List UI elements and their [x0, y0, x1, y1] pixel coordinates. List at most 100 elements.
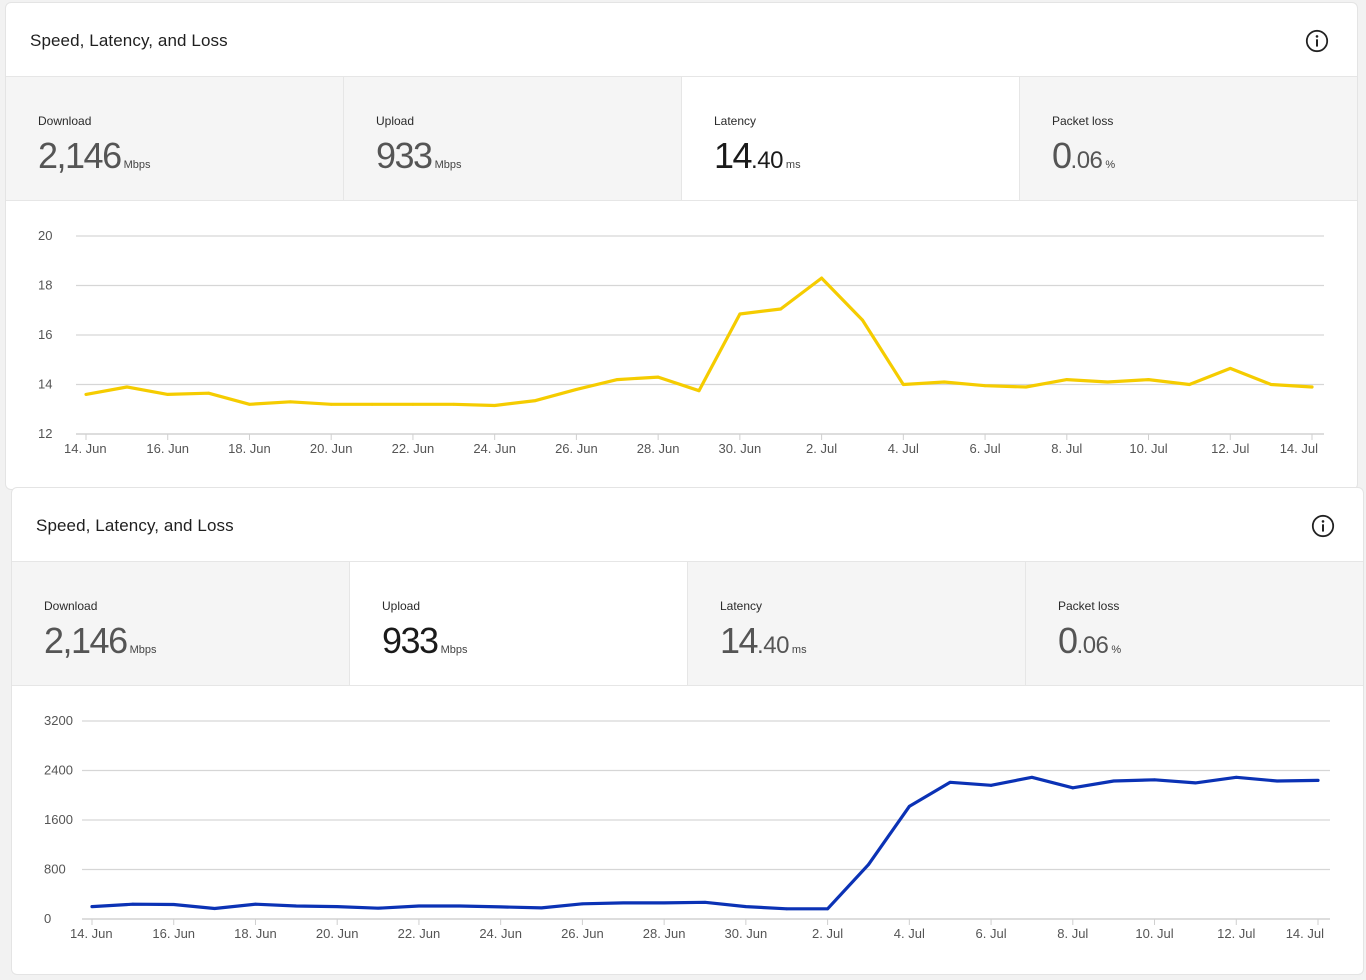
x-tick-label: 2. Jul	[812, 926, 843, 941]
data-point	[581, 902, 584, 906]
data-point	[1234, 775, 1238, 779]
data-point	[820, 276, 823, 280]
data-point	[248, 402, 251, 406]
x-tick-label: 4. Jul	[894, 926, 925, 941]
data-point	[826, 907, 829, 911]
metric-value: 2,146 Mbps	[38, 135, 151, 176]
x-tick-label: 28. Jun	[637, 441, 680, 456]
data-point	[166, 393, 170, 396]
metric-tab-latency[interactable]: Latency 14.40 ms	[688, 562, 1026, 685]
data-point	[411, 402, 415, 406]
data-point	[335, 905, 339, 909]
data-point	[744, 905, 748, 909]
metric-value: 0.06%	[1052, 135, 1116, 176]
metric-tab-packet-loss[interactable]: Packet loss 0.06%	[1020, 77, 1357, 200]
metric-label: Packet loss	[1058, 599, 1120, 613]
data-point	[697, 389, 701, 393]
x-tick-label: 6. Jul	[970, 441, 1001, 456]
x-tick-label: 14. Jun	[64, 441, 107, 456]
metric-value: 0.06%	[1058, 620, 1122, 661]
data-point	[1228, 367, 1232, 370]
data-point	[213, 907, 217, 910]
x-tick-label: 18. Jun	[228, 441, 271, 456]
x-tick-label: 16. Jun	[152, 926, 195, 941]
metric-label: Packet loss	[1052, 114, 1114, 128]
data-point	[540, 906, 543, 910]
metric-tab-upload[interactable]: Upload 933 Mbps	[344, 77, 682, 200]
data-point	[861, 318, 864, 322]
x-tick-label: 12. Jul	[1211, 441, 1249, 456]
data-point	[294, 904, 298, 908]
x-tick-label: 18. Jun	[234, 926, 277, 941]
data-point	[575, 388, 578, 391]
data-point	[370, 402, 374, 406]
data-point	[1071, 786, 1075, 790]
data-point	[1147, 378, 1150, 381]
metric-tab-download[interactable]: Download 2,146 Mbps	[12, 562, 350, 685]
y-tick-label: 0	[44, 911, 51, 926]
x-tick-label: 26. Jun	[555, 441, 598, 456]
metric-tab-packet-loss[interactable]: Packet loss 0.06%	[1026, 562, 1363, 685]
upload-line-chart: 0 800 1600 2400 3200 14. Jun 16. Jun 18. Jun 20.…	[44, 713, 1330, 941]
y-tick-label: 12	[38, 426, 52, 441]
info-icon[interactable]	[1305, 29, 1329, 53]
x-tick-label: 8. Jul	[1051, 441, 1082, 456]
data-point	[329, 402, 333, 406]
metric-label: Download	[38, 114, 92, 128]
data-point	[1316, 779, 1320, 782]
metric-label: Download	[44, 599, 98, 613]
x-tick-label: 10. Jul	[1135, 926, 1173, 941]
data-point	[493, 404, 497, 407]
data-point	[1024, 385, 1028, 389]
x-tick-label: 12. Jul	[1217, 926, 1255, 941]
x-tick-label: 14. Jun	[70, 926, 113, 941]
x-tick-label: 20. Jun	[316, 926, 359, 941]
info-icon[interactable]	[1311, 514, 1335, 538]
data-point	[1275, 779, 1279, 783]
data-point	[131, 902, 135, 906]
data-point	[989, 783, 993, 787]
data-point	[662, 901, 666, 905]
data-point	[254, 902, 257, 906]
panel-header: Speed, Latency, and Loss	[6, 3, 1357, 77]
data-point	[534, 399, 537, 402]
y-tick-label: 20	[38, 228, 52, 243]
data-point	[738, 312, 742, 316]
metric-tab-upload[interactable]: Upload 933 Mbps	[350, 562, 688, 685]
x-tick-label: 24. Jun	[473, 441, 516, 456]
y-tick-label: 18	[38, 278, 52, 293]
x-tick-label: 20. Jun	[310, 441, 353, 456]
metric-tab-download[interactable]: Download 2,146 Mbps	[6, 77, 344, 200]
x-tick-label: 22. Jun	[392, 441, 435, 456]
y-tick-label: 3200	[44, 713, 73, 728]
data-point	[452, 402, 456, 406]
x-tick-label: 24. Jun	[479, 926, 522, 941]
x-tick-label: 28. Jun	[643, 926, 686, 941]
data-point	[1310, 385, 1314, 389]
x-tick-label: 4. Jul	[888, 441, 919, 456]
data-point	[1269, 383, 1273, 386]
x-tick-label: 26. Jun	[561, 926, 604, 941]
x-tick-label: 2. Jul	[806, 441, 837, 456]
panel-title: Speed, Latency, and Loss	[30, 31, 228, 50]
y-tick-label: 800	[44, 862, 66, 877]
data-point	[1188, 383, 1191, 386]
data-point	[1194, 781, 1197, 785]
x-tick-label: 30. Jun	[719, 441, 762, 456]
y-tick-label: 14	[38, 377, 52, 392]
x-tick-label: 30. Jun	[725, 926, 768, 941]
metric-value: 933 Mbps	[376, 135, 462, 176]
data-point	[942, 380, 946, 384]
data-point	[615, 378, 619, 381]
data-point	[499, 905, 503, 909]
data-point	[1112, 779, 1116, 783]
y-tick-label: 1600	[44, 812, 73, 827]
data-point	[172, 903, 176, 906]
data-point	[703, 900, 707, 904]
data-point	[656, 375, 660, 379]
data-point	[907, 804, 911, 808]
metric-label: Latency	[720, 599, 763, 613]
metric-value: 14.40 ms	[720, 620, 807, 661]
data-point	[417, 904, 421, 908]
metric-tab-latency[interactable]: Latency 14.40 ms	[682, 77, 1020, 200]
